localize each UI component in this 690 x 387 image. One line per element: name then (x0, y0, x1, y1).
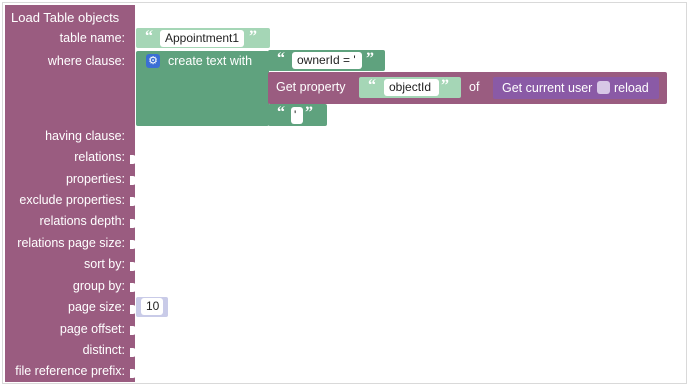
checkbox-icon[interactable] (597, 81, 610, 94)
label-having-clause: having clause: (45, 129, 125, 143)
owner-id-field[interactable]: ownerId = ' (292, 52, 362, 69)
label-where-clause: where clause: (47, 54, 125, 68)
label-relations: relations: (74, 150, 125, 164)
input-connector-sort-by[interactable] (130, 283, 136, 292)
open-quote: “ (368, 77, 376, 94)
input-connector-having-clause[interactable] (130, 155, 136, 164)
input-connector-file-reference-prefix[interactable] (130, 369, 136, 378)
input-connector-exclude-properties[interactable] (130, 219, 136, 228)
label-properties: properties: (65, 172, 125, 186)
label-group-by: group by: (72, 279, 125, 293)
label-file-reference-prefix: file reference prefix: (15, 364, 125, 378)
open-quote: “ (145, 28, 153, 45)
label-exclude-properties: exclude properties: (19, 193, 125, 207)
open-quote: “ (277, 50, 285, 67)
input-connector-relations-depth[interactable] (130, 240, 136, 249)
label-table-name: table name: (59, 31, 125, 45)
label-page-size: page size: (68, 300, 125, 314)
block-title: Load Table objects (11, 10, 120, 25)
label-sort-by: sort by: (84, 257, 125, 271)
get-current-user-label: Get current user (502, 81, 593, 95)
open-quote: “ (277, 104, 285, 121)
label-distinct: distinct: (82, 343, 125, 357)
label-relations-page-size: relations page size: (17, 236, 125, 250)
page-size-field[interactable]: 10 (141, 298, 163, 315)
close-quote: ” (305, 104, 313, 121)
input-connector-distinct[interactable] (130, 348, 136, 357)
input-connector-relations[interactable] (130, 176, 136, 185)
close-quote: ” (249, 28, 257, 45)
reload-label: reload (614, 81, 649, 95)
table-name-field[interactable]: Appointment1 (160, 30, 244, 47)
of-label: of (469, 80, 480, 94)
gear-icon[interactable]: ⚙ (146, 54, 160, 68)
get-property-label: Get property (276, 80, 346, 94)
input-connector-relations-page-size[interactable] (130, 262, 136, 271)
close-quote: ” (441, 77, 449, 94)
input-connector-properties[interactable] (130, 197, 136, 206)
create-text-label: create text with (168, 54, 253, 68)
input-connector-page-offset[interactable] (130, 326, 136, 335)
label-page-offset: page offset: (59, 322, 125, 336)
property-name-field[interactable]: objectId (384, 79, 439, 96)
label-relations-depth: relations depth: (39, 214, 125, 228)
close-quote: ” (366, 50, 374, 67)
closing-quote-field[interactable]: ' (291, 107, 303, 124)
